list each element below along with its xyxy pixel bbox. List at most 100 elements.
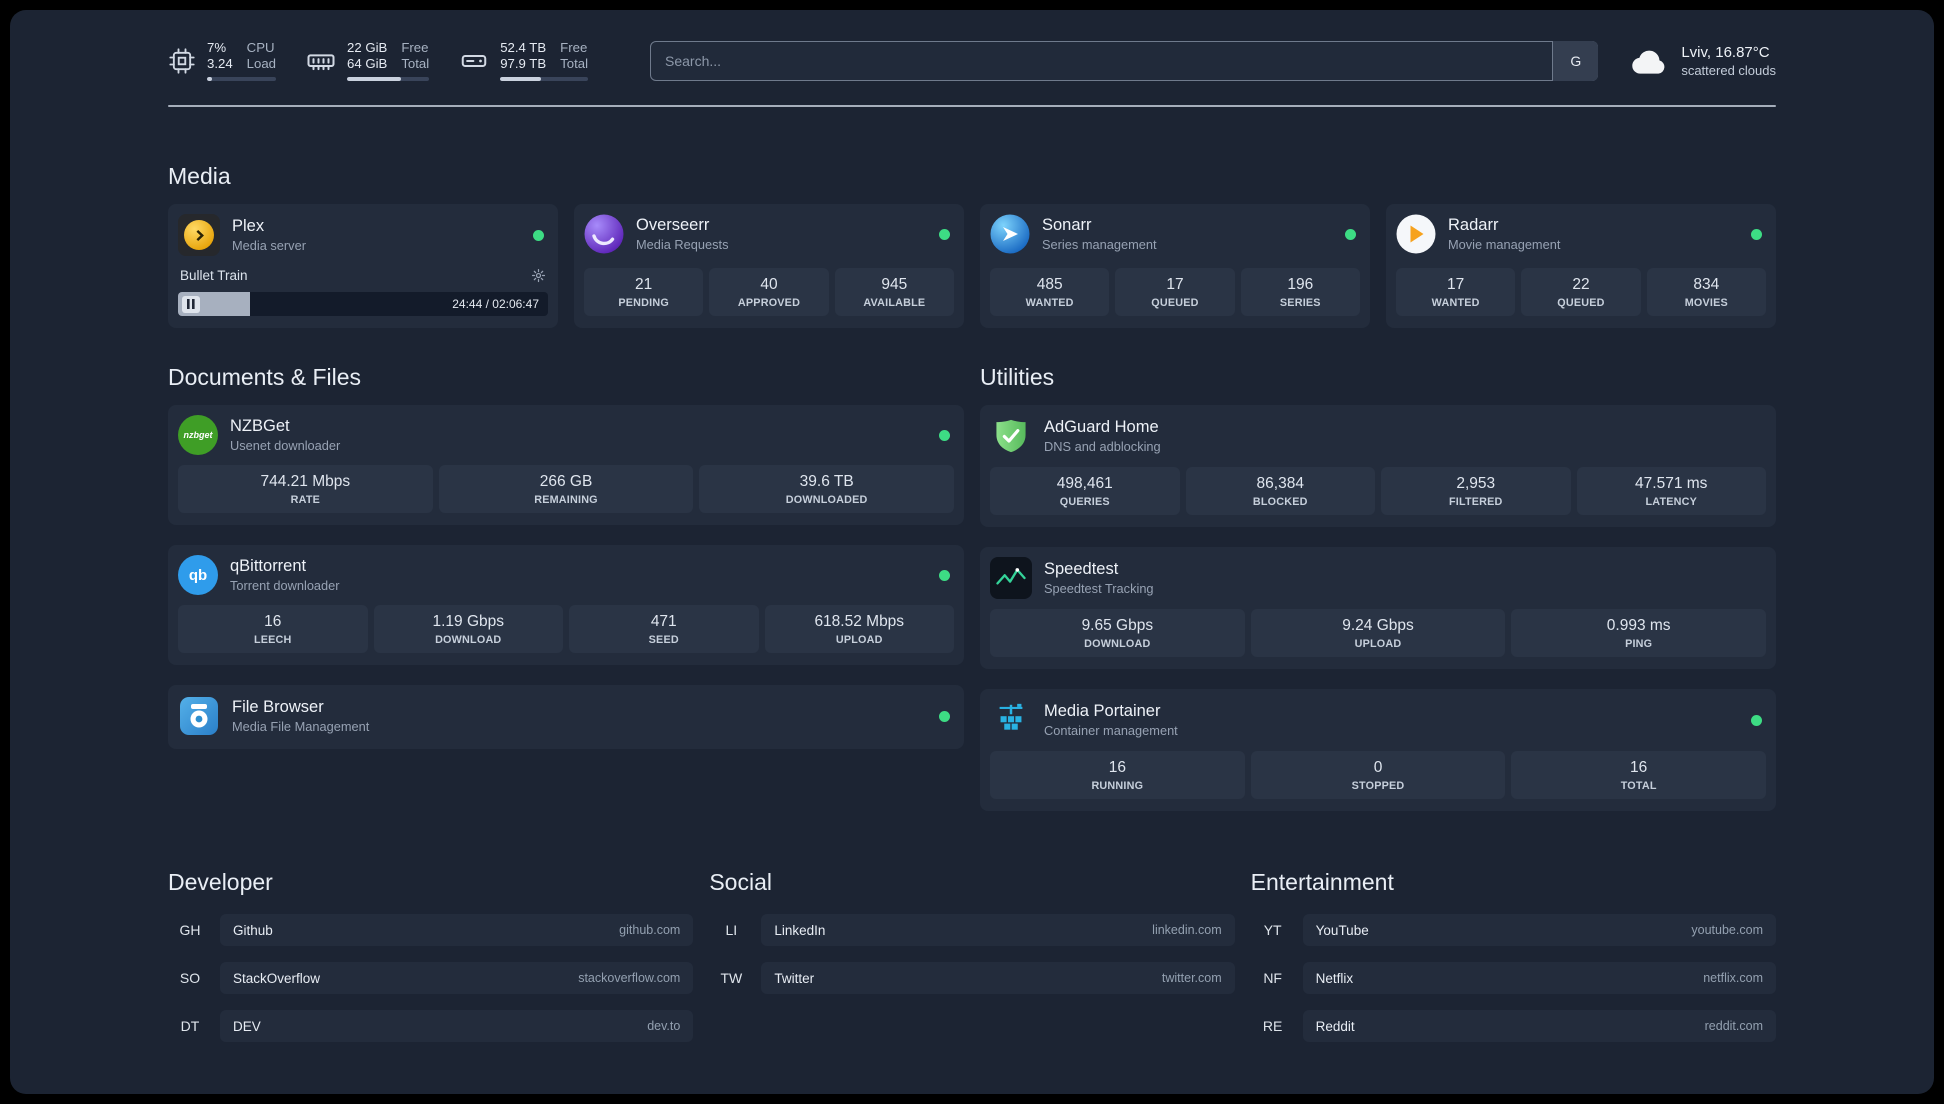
stat-value: 47.571 ms — [1635, 475, 1708, 492]
cpu-progress-bar — [207, 77, 277, 81]
section-heading-media: Media — [168, 163, 231, 189]
bookmark-url: netflix.com — [1703, 971, 1763, 985]
service-card-qbittorrent[interactable]: qb qBittorrent Torrent downloader 16 LEE… — [168, 545, 964, 665]
section-media: Media Plex Media server Bullet Train 24:… — [168, 163, 1776, 328]
stat-value: 471 — [650, 613, 677, 630]
stat-downloaded: 39.6 TB DOWNLOADED — [699, 465, 955, 513]
memory-free-value: 22 GiB — [347, 40, 388, 55]
bookmark-url: twitter.com — [1161, 971, 1222, 985]
service-subtitle: Media File Management — [232, 719, 370, 734]
bookmark-abbr: YT — [1263, 922, 1282, 938]
stat-value: 21 — [635, 276, 653, 293]
service-subtitle: Media server — [232, 238, 306, 253]
stat-value: 40 — [760, 276, 778, 293]
service-card-speedtest[interactable]: Speedtest Speedtest Tracking 9.65 Gbps D… — [980, 547, 1776, 669]
service-card-overseerr[interactable]: Overseerr Media Requests 21 PENDING 40 A… — [574, 204, 964, 328]
stat-wanted: 485 WANTED — [990, 268, 1110, 316]
dashboard-content: 7% CPU 3.24 Load 22 GiB Free 64 GiB Tota… — [168, 10, 1776, 1058]
playback-progress-bar[interactable]: 24:44 / 02:06:47 — [178, 292, 548, 316]
bookmark-name: Netflix — [1315, 970, 1354, 986]
service-card-filebrowser[interactable]: File Browser Media File Management — [168, 685, 964, 749]
stat-filtered: 2,953 FILTERED — [1381, 467, 1571, 515]
stat-value: 22 — [1572, 276, 1590, 293]
service-title: Radarr — [1448, 216, 1499, 234]
bookmark-reddit[interactable]: RE Reddit reddit.com — [1251, 1010, 1776, 1042]
bookmark-group-social: Social LI LinkedIn linkedin.com TW Twitt… — [709, 869, 1235, 1058]
status-dot — [939, 569, 950, 581]
stat-label: BLOCKED — [1252, 496, 1308, 508]
cpu-load-value: 3.24 — [207, 56, 233, 71]
stat-value: 16 — [264, 613, 282, 630]
plex-icon — [178, 214, 220, 256]
service-subtitle: Series management — [1042, 237, 1157, 252]
service-card-adguard[interactable]: AdGuard Home DNS and adblocking 498,461 … — [980, 405, 1776, 527]
stat-value: 0.993 ms — [1606, 617, 1671, 634]
bookmark-name: Reddit — [1315, 1018, 1355, 1034]
service-card-portainer[interactable]: Media Portainer Container management 16 … — [980, 689, 1776, 811]
stat-label: UPLOAD — [835, 634, 883, 646]
search-input[interactable] — [650, 40, 1599, 81]
service-title: Media Portainer — [1044, 702, 1161, 720]
media-grid: Plex Media server Bullet Train 24:44 / 0… — [168, 204, 1776, 328]
bookmark-netflix[interactable]: NF Netflix netflix.com — [1251, 962, 1776, 994]
resource-widget-memory: 22 GiB Free 64 GiB Total — [306, 40, 430, 81]
stat-value: 1.19 Gbps — [432, 613, 505, 630]
stat-label: PENDING — [618, 297, 669, 309]
disk-total-label: Total — [560, 56, 589, 71]
bookmark-abbr: SO — [179, 970, 201, 986]
cpu-load-label: Load — [246, 56, 277, 71]
bookmark-linkedin[interactable]: LI LinkedIn linkedin.com — [709, 914, 1235, 946]
section-documents: Documents & Files nzbget NZBGet Usenet d… — [168, 364, 964, 811]
stat-label: WANTED — [1025, 297, 1074, 309]
stat-label: RATE — [290, 494, 321, 506]
service-title: qBittorrent — [230, 557, 307, 575]
stat-upload: 9.24 Gbps UPLOAD — [1250, 609, 1506, 657]
stat-queued: 22 QUEUED — [1521, 268, 1641, 316]
bookmark-name: Github — [233, 922, 273, 938]
section-heading-social: Social — [709, 869, 772, 895]
service-card-plex[interactable]: Plex Media server Bullet Train 24:44 / 0… — [168, 204, 558, 328]
service-title: Plex — [232, 217, 265, 235]
stat-value: 2,953 — [1456, 475, 1496, 492]
section-heading-documents: Documents & Files — [168, 364, 362, 390]
stat-value: 17 — [1447, 276, 1465, 293]
stat-value: 266 GB — [539, 473, 593, 490]
pause-icon[interactable] — [182, 295, 200, 313]
stat-movies: 834 MOVIES — [1646, 268, 1766, 316]
stat-value: 498,461 — [1056, 475, 1113, 492]
stat-series: 196 SERIES — [1240, 268, 1360, 316]
memory-free-label: Free — [401, 40, 429, 55]
bookmark-dev[interactable]: DT DEV dev.to — [168, 1010, 694, 1042]
service-card-nzbget[interactable]: nzbget NZBGet Usenet downloader 744.21 M… — [168, 405, 964, 525]
service-subtitle: Torrent downloader — [230, 578, 340, 593]
service-card-sonarr[interactable]: Sonarr Series management 485 WANTED 17 Q… — [980, 204, 1370, 328]
search-provider-button[interactable]: G — [1552, 40, 1599, 81]
stat-upload: 618.52 Mbps UPLOAD — [764, 605, 954, 653]
stat-label: RUNNING — [1091, 780, 1144, 792]
stat-value: 945 — [881, 276, 908, 293]
gear-icon[interactable] — [531, 268, 546, 283]
stat-approved: 40 APPROVED — [709, 268, 829, 316]
stat-pending: 21 PENDING — [584, 268, 704, 316]
service-title: AdGuard Home — [1044, 418, 1159, 436]
cpu-icon — [168, 47, 196, 75]
stat-value: 485 — [1036, 276, 1063, 293]
service-card-radarr[interactable]: Radarr Movie management 17 WANTED 22 QUE… — [1386, 204, 1776, 328]
weather-widget: Lviv, 16.87°C scattered clouds — [1630, 44, 1776, 78]
qbittorrent-icon-text: qb — [188, 566, 208, 584]
now-playing-title: Bullet Train — [180, 268, 248, 283]
service-title: Speedtest — [1044, 560, 1119, 578]
stat-total: 16 TOTAL — [1511, 751, 1767, 799]
bookmark-twitter[interactable]: TW Twitter twitter.com — [709, 962, 1235, 994]
header-divider — [168, 105, 1776, 107]
stat-label: DOWNLOADED — [785, 494, 868, 506]
bookmark-youtube[interactable]: YT YouTube youtube.com — [1251, 914, 1776, 946]
bookmarks-section: Developer GH Github github.com SO StackO… — [168, 869, 1776, 1058]
stat-label: PING — [1625, 638, 1653, 650]
stat-wanted: 17 WANTED — [1396, 268, 1516, 316]
cpu-usage-value: 7% — [207, 40, 227, 55]
qbittorrent-icon: qb — [178, 555, 218, 595]
bookmark-stackoverflow[interactable]: SO StackOverflow stackoverflow.com — [168, 962, 694, 994]
section-heading-utilities: Utilities — [980, 364, 1055, 390]
bookmark-github[interactable]: GH Github github.com — [168, 914, 694, 946]
